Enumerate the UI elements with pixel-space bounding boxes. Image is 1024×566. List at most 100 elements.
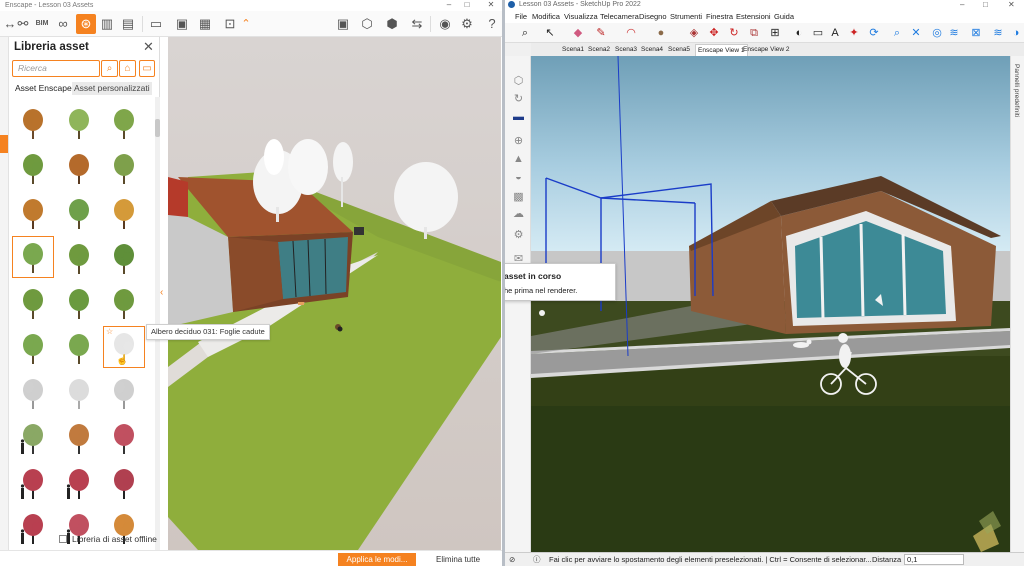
asset-thumbnail[interactable] bbox=[12, 416, 54, 458]
asset-thumbnail[interactable] bbox=[12, 101, 54, 143]
pushpull-icon[interactable]: ◈ bbox=[686, 25, 702, 41]
asset-thumbnail[interactable] bbox=[103, 191, 145, 233]
gear-icon[interactable]: ⚙ bbox=[511, 228, 526, 243]
extension-icon[interactable]: ≋ bbox=[946, 25, 962, 41]
warehouse-icon[interactable]: ◎ bbox=[929, 25, 945, 41]
scrollbar-thumb[interactable] bbox=[155, 119, 160, 137]
pencil-icon[interactable]: ✎ bbox=[593, 25, 609, 41]
video-icon[interactable]: ▦ bbox=[195, 14, 215, 34]
search-icon[interactable]: ⌕ bbox=[101, 60, 118, 77]
cube-icon[interactable]: ⬡ bbox=[511, 74, 526, 89]
asset-thumbnail[interactable] bbox=[58, 326, 100, 368]
maximize-icon[interactable]: □ bbox=[983, 0, 988, 9]
scene-tab[interactable]: Scena3 bbox=[615, 43, 637, 56]
home-icon[interactable]: ⌂ bbox=[119, 60, 136, 77]
minimize-icon[interactable]: – bbox=[443, 0, 455, 11]
render-view[interactable] bbox=[168, 37, 501, 550]
offline-checkbox[interactable] bbox=[59, 535, 67, 543]
scene-tab[interactable]: Scena1 bbox=[562, 43, 584, 56]
asset-thumbnail[interactable] bbox=[103, 146, 145, 188]
menu-strumenti[interactable]: Strumenti bbox=[670, 10, 702, 23]
close-icon[interactable]: ✕ bbox=[1008, 0, 1015, 9]
add-icon[interactable]: ⊕ bbox=[511, 134, 526, 149]
asset-thumbnail[interactable] bbox=[12, 236, 54, 278]
asset-thumbnail[interactable] bbox=[12, 506, 54, 548]
eye-icon[interactable]: ◉ bbox=[435, 14, 455, 34]
asset-thumbnail[interactable] bbox=[58, 101, 100, 143]
more-icon[interactable]: ◑ bbox=[1008, 25, 1024, 41]
asset-thumbnail[interactable] bbox=[58, 416, 100, 458]
building-icon[interactable]: ▥ bbox=[97, 14, 117, 34]
tag-icon[interactable]: ▭ bbox=[139, 60, 155, 77]
arc-icon[interactable]: ◠ bbox=[623, 25, 639, 41]
rotate-icon[interactable]: ↻ bbox=[726, 25, 742, 41]
export-icon[interactable]: ⬡ bbox=[357, 14, 377, 34]
geolocation-icon[interactable]: ⊘ bbox=[509, 553, 515, 566]
asset-thumbnail[interactable] bbox=[12, 326, 54, 368]
asset-thumbnail[interactable] bbox=[103, 371, 145, 413]
tape-icon[interactable]: ◐ bbox=[791, 25, 807, 41]
help-icon[interactable]: ? bbox=[482, 14, 502, 34]
default-panels-tray[interactable]: Pannelli predefiniti bbox=[1010, 56, 1024, 552]
scene-tab[interactable]: Enscape View 1 bbox=[695, 44, 748, 56]
select-icon[interactable]: ↖ bbox=[542, 25, 558, 41]
layout-icon[interactable]: ⊠ bbox=[968, 25, 984, 41]
asset-thumbnail[interactable] bbox=[12, 461, 54, 503]
camera-icon[interactable]: ▬ bbox=[511, 110, 526, 125]
menu-estensioni[interactable]: Estensioni bbox=[736, 10, 771, 23]
refresh-icon[interactable]: ↻ bbox=[511, 92, 526, 107]
move-icon[interactable]: ✥ bbox=[706, 25, 722, 41]
screen-icon[interactable]: ▣ bbox=[333, 14, 353, 34]
enscape-icon[interactable]: ≋ bbox=[990, 25, 1006, 41]
text-icon[interactable]: A bbox=[827, 25, 843, 41]
default-panels-label[interactable]: Pannelli predefiniti bbox=[1013, 64, 1020, 117]
menu-file[interactable]: File bbox=[515, 10, 527, 23]
search-icon[interactable]: ⌕ bbox=[517, 25, 533, 41]
asset-thumbnail[interactable] bbox=[58, 146, 100, 188]
material-icon[interactable]: ▩ bbox=[511, 190, 526, 205]
asset-library-icon[interactable]: ⊛ bbox=[76, 14, 96, 34]
asset-thumbnail[interactable] bbox=[12, 191, 54, 233]
scene-tab[interactable]: Scena2 bbox=[588, 43, 610, 56]
asset-thumbnail[interactable] bbox=[58, 236, 100, 278]
asset-thumbnail[interactable] bbox=[103, 461, 145, 503]
dimension-icon[interactable]: ▭ bbox=[810, 25, 826, 41]
close-icon[interactable]: ✕ bbox=[485, 0, 497, 11]
apply-changes-button[interactable]: Applica le modi... bbox=[338, 553, 416, 566]
offline-library-option[interactable]: Libreria di asset offline bbox=[59, 534, 157, 544]
sketchup-viewport[interactable] bbox=[531, 56, 1010, 552]
settings-icon[interactable]: ⚙ bbox=[457, 14, 477, 34]
tab-asset-enscape[interactable]: Asset Enscape bbox=[15, 82, 72, 95]
paint-icon[interactable]: ✦ bbox=[846, 25, 862, 41]
books-icon[interactable]: ▤ bbox=[118, 14, 138, 34]
eraser-icon[interactable]: ◆ bbox=[570, 25, 586, 41]
menu-visualizza[interactable]: Visualizza bbox=[564, 10, 598, 23]
menu-modifica[interactable]: Modifica bbox=[532, 10, 560, 23]
link-icon[interactable]: ⚯ bbox=[13, 14, 33, 34]
maximize-icon[interactable]: □ bbox=[461, 0, 473, 11]
scale-icon[interactable]: ⧉ bbox=[746, 25, 762, 41]
asset-thumbnail[interactable] bbox=[103, 281, 145, 323]
sync-icon[interactable]: ⇆ bbox=[407, 14, 427, 34]
scene-tab[interactable]: Enscape View 2 bbox=[743, 43, 790, 56]
favorite-star-icon[interactable]: ☆ bbox=[106, 327, 113, 336]
collapse-panel-icon[interactable]: ‹ bbox=[160, 287, 163, 298]
bim-icon[interactable]: BIM bbox=[32, 14, 52, 34]
shape-icon[interactable]: ● bbox=[653, 25, 669, 41]
chevron-up-icon[interactable]: ⌃ bbox=[236, 14, 256, 34]
panel-close-icon[interactable]: ✕ bbox=[143, 39, 154, 55]
minimize-icon[interactable]: – bbox=[960, 0, 964, 9]
asset-thumbnail[interactable] bbox=[12, 371, 54, 413]
info-icon[interactable]: ⓘ bbox=[533, 553, 541, 566]
panorama-icon[interactable]: ⬢ bbox=[382, 14, 402, 34]
tree-icon[interactable]: ▲ bbox=[511, 152, 526, 167]
menu-guida[interactable]: Guida bbox=[774, 10, 794, 23]
distance-field[interactable]: 0,1 bbox=[904, 554, 964, 565]
orbit-icon[interactable]: ⟳ bbox=[866, 25, 882, 41]
document-icon[interactable]: ▭ bbox=[146, 14, 166, 34]
offset-icon[interactable]: ⊞ bbox=[767, 25, 783, 41]
menu-finestra[interactable]: Finestra bbox=[706, 10, 733, 23]
asset-thumbnail[interactable] bbox=[58, 191, 100, 233]
menu-disegno[interactable]: Disegno bbox=[639, 10, 667, 23]
scene-tab[interactable]: Scena4 bbox=[641, 43, 663, 56]
